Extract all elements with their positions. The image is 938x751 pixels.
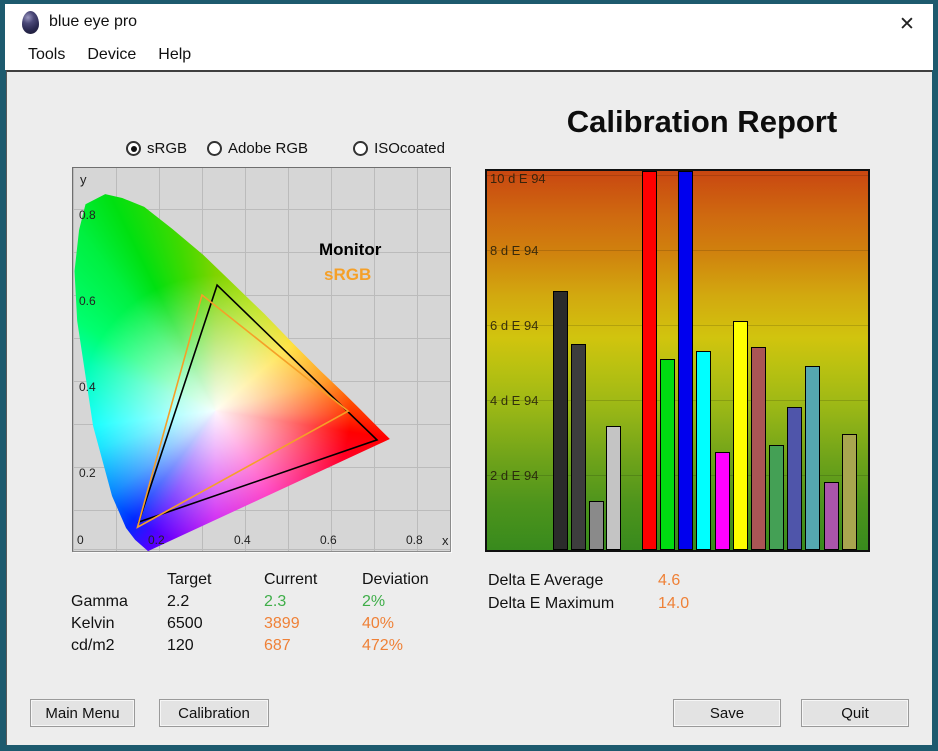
menu-bar: Tools Device Help <box>5 40 933 70</box>
delta-e-summary: Delta E Average 4.6 Delta E Maximum 14.0 <box>488 569 689 615</box>
legend-srgb: sRGB <box>324 265 372 284</box>
de-tick-label: 8 d E 94 <box>490 242 539 258</box>
delta-e-bar-gray <box>588 501 604 550</box>
delta-e-bar-dark-gray <box>570 343 586 550</box>
radio-label: Adobe RGB <box>228 140 309 157</box>
delta-e-average-row: Delta E Average 4.6 <box>488 569 689 592</box>
delta-e-average-label: Delta E Average <box>488 571 604 589</box>
delta-e-bar-light-gray <box>606 426 622 550</box>
cie-x-tick: 0.4 <box>234 533 251 547</box>
target-value: 120 <box>167 637 194 654</box>
column-header: Deviation <box>362 571 429 588</box>
close-icon[interactable]: ✕ <box>895 12 919 36</box>
gamut-triangle-srgb <box>136 293 350 529</box>
delta-e-bar-teal <box>805 366 821 550</box>
target-value: 6500 <box>167 615 203 632</box>
app-icon <box>22 10 39 34</box>
current-value: 3899 <box>264 615 300 632</box>
current-value: 2.3 <box>264 593 287 610</box>
cie-x-tick: 0.6 <box>320 533 337 547</box>
calibration-button[interactable]: Calibration <box>159 699 269 727</box>
delta-e-average-value: 4.6 <box>658 571 681 589</box>
column-header: Target <box>167 571 212 588</box>
menu-item-device[interactable]: Device <box>76 43 147 67</box>
delta-e-maximum-value: 14.0 <box>658 594 690 612</box>
cie-y-tick: 0.8 <box>79 208 96 222</box>
radio-selected-icon[interactable] <box>126 141 141 156</box>
delta-e-maximum-row: Delta E Maximum 14.0 <box>488 592 689 615</box>
delta-e-bar-black <box>553 290 568 550</box>
cie-chromaticity-plot: 0.2 0.4 0.6 0.8 0 0.2 0.4 0.6 0.8 y x Monitor sRGB <box>72 167 451 552</box>
delta-e-bar-dark-khaki <box>841 433 857 550</box>
delta-e-bar-orchid <box>823 482 839 550</box>
page-title: Calibration Report <box>566 104 838 139</box>
delta-e-bar-sea-green <box>769 444 784 550</box>
cie-y-tick: 0.6 <box>79 294 96 308</box>
main-menu-button[interactable]: Main Menu <box>30 699 135 727</box>
results-table: Target Current Deviation Gamma 2.2 2.3 2% Kelvi… <box>71 569 472 657</box>
deviation-value: 472% <box>362 637 403 654</box>
menu-item-help[interactable]: Help <box>147 43 202 67</box>
current-value: 687 <box>264 637 291 654</box>
results-table-header: Target Current Deviation <box>71 569 472 591</box>
results-row-cd-m2: cd/m2 120 687 472% <box>71 635 472 657</box>
de-tick-label: 6 d E 94 <box>490 317 539 333</box>
target-value: 2.2 <box>167 593 190 610</box>
delta-e-bar-red <box>642 171 657 550</box>
delta-e-bar-green <box>660 358 676 550</box>
menu-item-tools[interactable]: Tools <box>17 43 76 67</box>
gamut-triangle-monitor <box>137 283 379 524</box>
delta-e-bar-magenta <box>714 452 730 550</box>
deviation-value: 40% <box>362 615 395 632</box>
row-label: Gamma <box>71 593 128 610</box>
content-panel: Calibration Report sRGB Adobe RGB ISOcoate… <box>6 70 932 745</box>
radio-unselected-icon[interactable] <box>207 141 223 156</box>
radio-isocoated[interactable]: ISOcoated <box>353 140 445 157</box>
profile-radio-group: sRGB Adobe RGB ISOcoated <box>126 140 445 157</box>
delta-e-bar-brown <box>750 347 766 550</box>
row-label: cd/m2 <box>71 637 115 654</box>
radio-adobe-rgb[interactable]: Adobe RGB <box>207 140 308 157</box>
app-window: blue eye pro ✕ Tools Device Help Calibrati… <box>0 0 938 751</box>
delta-e-bar-cyan <box>696 351 712 550</box>
delta-e-bar-blue <box>678 171 694 550</box>
window-title: blue eye pro <box>49 13 138 30</box>
gamut-triangles-overlay <box>136 283 379 529</box>
window-chrome: blue eye pro ✕ Tools Device Help <box>5 4 933 70</box>
radio-srgb[interactable]: sRGB <box>126 140 187 157</box>
quit-button[interactable]: Quit <box>801 699 909 727</box>
results-row-gamma: Gamma 2.2 2.3 2% <box>71 591 472 613</box>
cie-y-tick: 0.2 <box>79 466 96 480</box>
delta-e-bar-yellow <box>732 320 748 550</box>
cie-x-tick: 0.2 <box>148 533 165 547</box>
row-label: Kelvin <box>71 615 115 632</box>
results-row-kelvin: Kelvin 6500 3899 40% <box>71 613 472 635</box>
legend-monitor: Monitor <box>319 240 382 259</box>
de-tick-label: 10 d E 94 <box>490 171 546 186</box>
cie-x-tick: 0 <box>77 533 84 547</box>
deviation-value: 2% <box>362 593 386 610</box>
delta-e-bar-slate-blue <box>787 407 803 550</box>
radio-label: sRGB <box>147 140 188 157</box>
cie-x-axis-label: x <box>442 533 449 548</box>
radio-unselected-icon[interactable] <box>353 141 369 156</box>
de-tick-label: 4 d E 94 <box>490 392 539 408</box>
cie-y-axis-label: y <box>80 172 87 187</box>
save-button[interactable]: Save <box>673 699 781 727</box>
delta-e-maximum-label: Delta E Maximum <box>488 594 615 612</box>
cie-x-tick: 0.8 <box>406 533 423 547</box>
radio-label: ISOcoated <box>374 140 445 157</box>
column-header: Current <box>264 571 318 588</box>
de-tick-label: 2 d E 94 <box>490 467 539 483</box>
delta-e-bar-chart: 10 d E 94 8 d E 94 6 d E 94 4 d E 94 2 d E 9… <box>485 169 870 552</box>
cie-y-tick: 0.4 <box>79 380 96 394</box>
title-bar[interactable]: blue eye pro ✕ <box>5 4 933 40</box>
